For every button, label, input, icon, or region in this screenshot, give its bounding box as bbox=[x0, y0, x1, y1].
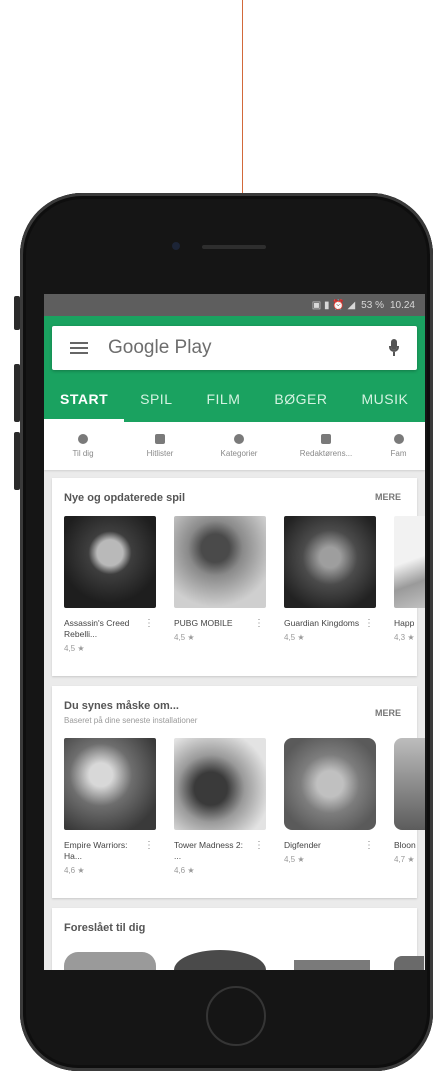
more-options-icon[interactable]: ⋮ bbox=[364, 840, 374, 851]
app-rating: 4,6 ★ bbox=[174, 866, 195, 875]
app-rating: 4,6 ★ bbox=[64, 866, 85, 875]
status-time: 10.24 bbox=[389, 299, 415, 311]
app-name: Empire Warriors: Ha... bbox=[64, 840, 128, 861]
phone-volume-down bbox=[14, 432, 20, 490]
app-item[interactable]: PUBG MOBILE 4,5 ★ ⋮ bbox=[174, 516, 270, 642]
section-subtitle: Baseret på dine seneste installationer bbox=[64, 716, 198, 725]
compass-icon bbox=[78, 434, 88, 444]
app-thumbnail[interactable] bbox=[394, 956, 424, 970]
app-rating: 4,5 ★ bbox=[284, 855, 305, 864]
home-button[interactable] bbox=[206, 986, 266, 1046]
app-name: Tower Madness 2: ... bbox=[174, 840, 243, 861]
category-bar: Til dig Hitlister Kategorier Redaktørens… bbox=[44, 422, 425, 470]
app-name: Assassin's Creed Rebelli... bbox=[64, 618, 130, 639]
app-item[interactable]: Assassin's Creed Rebelli... 4,5 ★ ⋮ bbox=[64, 516, 160, 653]
app-rating: 4,5 ★ bbox=[174, 633, 195, 642]
section-title: Du synes måske om... bbox=[64, 700, 179, 712]
section-title: Foreslået til dig bbox=[64, 922, 146, 934]
app-name: Guardian Kingdoms bbox=[284, 618, 360, 628]
tab-film[interactable]: FILM bbox=[190, 376, 258, 422]
more-options-icon[interactable]: ⋮ bbox=[254, 840, 264, 851]
section-new-games: Nye og opdaterede spil MERE Assassin's C… bbox=[52, 478, 425, 676]
app-thumbnail[interactable] bbox=[174, 950, 266, 970]
phone-screen: ▣ ▮ ⏰ ◢ 53 % 10.24 Google Play START SPI… bbox=[44, 294, 425, 970]
app-thumbnail bbox=[174, 516, 266, 608]
tab-musik[interactable]: MUSIK bbox=[345, 376, 408, 422]
section-title: Nye og opdaterede spil bbox=[64, 492, 186, 504]
app-rating: 4,5 ★ bbox=[284, 633, 305, 642]
app-thumbnail bbox=[64, 516, 156, 608]
app-rating: 4,3 ★ bbox=[394, 633, 415, 642]
app-thumbnail[interactable] bbox=[64, 952, 156, 970]
play-store-app-bar: Google Play START SPIL FILM BØGER MUSIK bbox=[44, 316, 425, 422]
category-hitlister[interactable]: Hitlister bbox=[122, 422, 198, 470]
app-item[interactable]: Happ 4,3 ★ bbox=[394, 516, 425, 642]
app-item[interactable]: Empire Warriors: Ha... 4,6 ★ ⋮ bbox=[64, 738, 160, 875]
app-name: Digfender bbox=[284, 840, 321, 850]
battery-level: 53 % bbox=[361, 299, 384, 311]
tab-start[interactable]: START bbox=[44, 376, 125, 422]
category-familie[interactable]: Fam bbox=[372, 422, 425, 470]
category-redaktorens[interactable]: Redaktørens... bbox=[280, 422, 372, 470]
app-name: PUBG MOBILE bbox=[174, 618, 233, 628]
chart-icon bbox=[155, 434, 165, 444]
phone-mute-switch bbox=[14, 296, 20, 330]
app-rating: 4,5 ★ bbox=[64, 644, 85, 653]
search-bar[interactable]: Google Play bbox=[52, 326, 417, 370]
category-til-dig[interactable]: Til dig bbox=[44, 422, 122, 470]
more-options-icon[interactable]: ⋮ bbox=[144, 840, 154, 851]
tab-spil[interactable]: SPIL bbox=[124, 376, 190, 422]
app-item[interactable]: Digfender 4,5 ★ ⋮ bbox=[284, 738, 380, 864]
app-thumbnail bbox=[394, 738, 425, 830]
app-item[interactable]: Tower Madness 2: ... 4,6 ★ ⋮ bbox=[174, 738, 270, 875]
shapes-icon bbox=[234, 434, 244, 444]
phone-volume-up bbox=[14, 364, 20, 422]
status-bar: ▣ ▮ ⏰ ◢ 53 % 10.24 bbox=[44, 294, 425, 316]
star-icon bbox=[393, 434, 404, 444]
tab-bar: START SPIL FILM BØGER MUSIK bbox=[44, 376, 425, 422]
app-thumbnail[interactable] bbox=[294, 960, 370, 970]
app-rating: 4,7 ★ bbox=[394, 855, 415, 864]
more-options-icon[interactable]: ⋮ bbox=[254, 618, 264, 629]
badge-icon bbox=[321, 434, 331, 444]
app-thumbnail bbox=[174, 738, 266, 830]
app-item[interactable]: Bloon 4,7 ★ bbox=[394, 738, 425, 864]
more-options-icon[interactable]: ⋮ bbox=[144, 618, 154, 629]
status-icons: ▣ ▮ ⏰ ◢ bbox=[311, 299, 356, 311]
more-button[interactable]: MERE bbox=[375, 708, 401, 718]
app-item[interactable]: Guardian Kingdoms 4,5 ★ ⋮ bbox=[284, 516, 380, 642]
app-thumbnail bbox=[394, 516, 425, 608]
app-thumbnail bbox=[64, 738, 156, 830]
app-thumbnail bbox=[284, 516, 376, 608]
app-thumbnail bbox=[284, 738, 376, 830]
more-options-icon[interactable]: ⋮ bbox=[364, 618, 374, 629]
microphone-icon[interactable] bbox=[387, 337, 401, 359]
category-kategorier[interactable]: Kategorier bbox=[198, 422, 280, 470]
front-camera bbox=[172, 242, 180, 250]
tab-boger[interactable]: BØGER bbox=[258, 376, 345, 422]
app-name: Happ bbox=[394, 618, 415, 628]
app-name: Bloon bbox=[394, 840, 416, 850]
section-suggested: Foreslået til dig bbox=[52, 908, 424, 970]
more-button[interactable]: MERE bbox=[375, 492, 401, 502]
earpiece-speaker bbox=[202, 245, 266, 249]
search-input[interactable]: Google Play bbox=[108, 337, 387, 359]
menu-icon[interactable] bbox=[70, 339, 88, 357]
section-recommended: Du synes måske om... Baseret på dine sen… bbox=[52, 686, 425, 898]
